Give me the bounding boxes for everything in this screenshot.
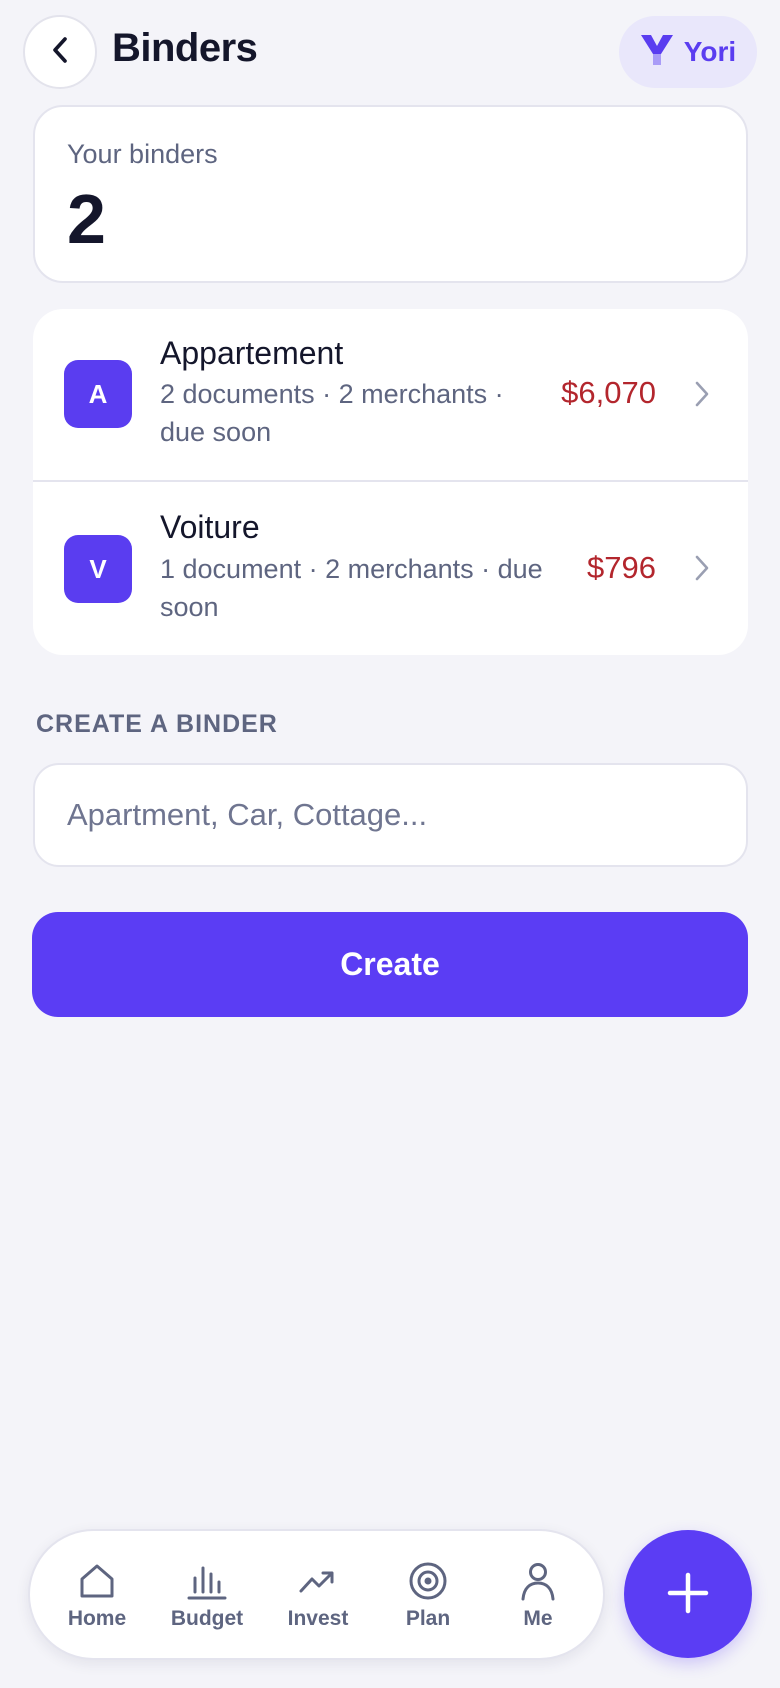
nav-label: Home bbox=[67, 1607, 127, 1630]
brand-name: Yori bbox=[683, 36, 737, 67]
nav-label: Invest bbox=[287, 1607, 349, 1630]
binder-count-label: Your binders bbox=[67, 139, 218, 169]
binder-name-input[interactable] bbox=[33, 763, 748, 867]
nav-item-invest[interactable]: Invest bbox=[268, 1559, 368, 1631]
nav-label: Budget bbox=[170, 1607, 244, 1630]
binder-row-appartement[interactable]: A Appartement 2 documents · 2 merchants … bbox=[33, 309, 748, 482]
binder-name: Voiture bbox=[160, 509, 260, 545]
target-icon bbox=[406, 1559, 450, 1603]
binder-row-voiture[interactable]: V Voiture 1 document · 2 merchants · due… bbox=[33, 482, 748, 655]
nav-item-me[interactable]: Me bbox=[488, 1559, 588, 1631]
nav-item-budget[interactable]: Budget bbox=[157, 1559, 257, 1631]
add-fab-button[interactable] bbox=[624, 1530, 752, 1658]
chevron-left-icon bbox=[49, 35, 71, 70]
bar-chart-icon bbox=[185, 1559, 229, 1603]
binder-list: A Appartement 2 documents · 2 merchants … bbox=[33, 309, 748, 655]
trend-up-icon bbox=[296, 1559, 340, 1603]
nav-label: Plan bbox=[405, 1607, 451, 1630]
binder-avatar: A bbox=[64, 360, 132, 428]
chevron-right-icon bbox=[692, 553, 712, 583]
plus-icon bbox=[666, 1571, 710, 1618]
brand-logo-icon bbox=[640, 34, 674, 71]
page-title: Binders bbox=[112, 26, 258, 70]
back-button[interactable] bbox=[23, 15, 97, 89]
chevron-right-icon bbox=[692, 379, 712, 409]
binder-amount: $796 bbox=[587, 550, 656, 585]
create-binder-heading: CREATE A BINDER bbox=[36, 710, 278, 738]
binder-meta: 1 document · 2 merchants · due soon bbox=[160, 554, 543, 622]
create-button[interactable]: Create bbox=[32, 912, 748, 1017]
bottom-nav: Home Budget Invest Plan Me bbox=[28, 1529, 605, 1660]
binder-count-card: Your binders 2 bbox=[33, 105, 748, 283]
brand-badge[interactable]: Yori bbox=[619, 16, 757, 88]
binder-amount: $6,070 bbox=[561, 375, 656, 410]
binders-screen: Binders Yori Your binders 2 A Appartemen… bbox=[0, 0, 780, 1688]
nav-label: Me bbox=[523, 1607, 553, 1630]
binder-count-value: 2 bbox=[67, 180, 106, 258]
binder-meta: 2 documents · 2 merchants · due soon bbox=[160, 379, 504, 447]
home-icon bbox=[75, 1559, 119, 1603]
nav-item-home[interactable]: Home bbox=[47, 1559, 147, 1631]
user-icon bbox=[516, 1559, 560, 1603]
binder-avatar: V bbox=[64, 535, 132, 603]
binder-name: Appartement bbox=[160, 335, 344, 371]
nav-item-plan[interactable]: Plan bbox=[378, 1559, 478, 1631]
